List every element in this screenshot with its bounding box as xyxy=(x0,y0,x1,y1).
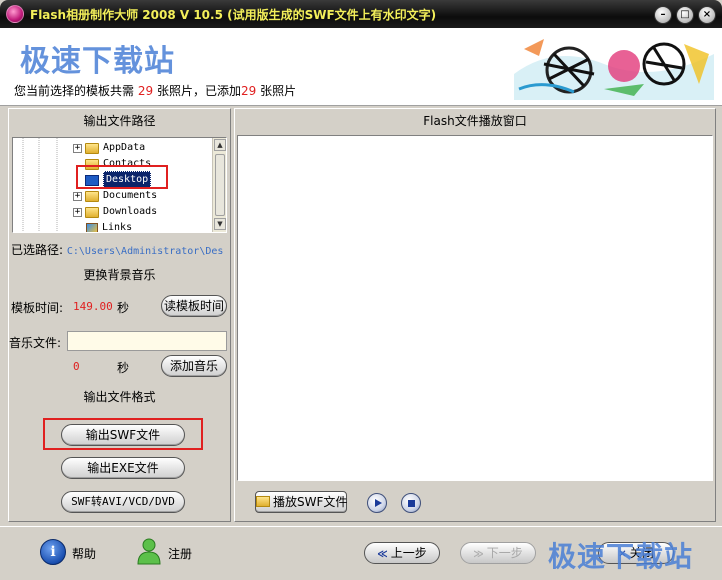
info-prefix: 您当前选择的模板共需 xyxy=(14,84,135,98)
help-label[interactable]: 帮助 xyxy=(72,545,96,562)
play-icon xyxy=(375,499,382,507)
minimize-button[interactable]: – xyxy=(654,6,672,24)
selected-path-value: C:\Users\Administrator\Des xyxy=(66,246,224,257)
open-folder-icon xyxy=(256,496,270,507)
added-count: 29 xyxy=(240,84,257,98)
player-heading: Flash文件播放窗口 xyxy=(423,114,527,128)
info-suffix: 张照片 xyxy=(260,84,297,98)
scroll-up-icon[interactable]: ▲ xyxy=(214,139,226,151)
tree-guide-lines xyxy=(22,138,58,232)
add-music-button[interactable]: 添加音乐 xyxy=(161,355,227,377)
play-swf-button[interactable]: 播放SWF文件 xyxy=(255,491,347,513)
info-mid: 张照片，已添加 xyxy=(156,84,241,98)
watermark-text: 极速下载站 xyxy=(20,44,175,79)
expand-icon[interactable]: + xyxy=(73,191,82,201)
header-banner: 极速下载站 您当前选择的模板共需 29 张照片，已添加29 张照片 xyxy=(0,28,722,106)
flash-player-area[interactable] xyxy=(237,135,713,481)
tree-item-label: Links xyxy=(102,222,133,233)
title-bar[interactable]: Flash相册制作大师 2008 V 10.5 (试用版生成的SWF文件上有水印… xyxy=(0,0,722,28)
help-icon[interactable]: i xyxy=(40,539,66,565)
stop-button[interactable] xyxy=(401,493,421,513)
play-swf-label: 播放SWF文件 xyxy=(273,495,348,509)
music-file-label: 音乐文件: xyxy=(9,336,62,350)
window-title: Flash相册制作大师 2008 V 10.5 (试用版生成的SWF文件上有水印… xyxy=(30,8,437,22)
selected-path-label: 已选路径: xyxy=(11,243,64,257)
tree-item-appdata[interactable]: + AppData xyxy=(73,140,146,156)
template-time-label: 模板时间: xyxy=(11,301,64,315)
output-path-heading: 输出文件路径 xyxy=(83,114,156,128)
double-right-icon: ≫ xyxy=(473,549,484,560)
template-time-value: 149.00 xyxy=(73,300,113,313)
highlight-box-export-swf xyxy=(43,418,203,450)
selected-path-row: 已选路径: C:\Users\Administrator\Des xyxy=(11,241,223,258)
highlight-box-desktop xyxy=(76,165,168,189)
swf-convert-button[interactable]: SWF转AVI/VCD/DVD xyxy=(61,491,185,513)
tree-item-label: Downloads xyxy=(103,206,158,217)
play-button[interactable] xyxy=(367,493,387,513)
folder-icon xyxy=(85,190,99,202)
scroll-down-icon[interactable]: ▼ xyxy=(214,218,226,230)
template-time-unit: 秒 xyxy=(117,301,130,315)
maximize-button[interactable]: □ xyxy=(676,6,694,24)
app-logo-icon xyxy=(6,5,24,23)
close-window-button[interactable]: × xyxy=(698,6,716,24)
tree-item-downloads[interactable]: + Downloads xyxy=(73,204,158,220)
double-left-icon: ≪ xyxy=(377,549,388,560)
music-seconds-value: 0 xyxy=(73,360,80,373)
tree-item-label: AppData xyxy=(103,142,146,153)
links-icon xyxy=(86,222,98,232)
register-label[interactable]: 注册 xyxy=(168,545,192,562)
output-format-heading: 输出文件格式 xyxy=(83,390,156,404)
export-exe-button[interactable]: 输出EXE文件 xyxy=(61,457,185,479)
user-icon[interactable] xyxy=(136,537,162,565)
bottom-bar: i 帮助 注册 ≪ 上一步 ≫ 下一步 ✕ 关闭 极速下载站 xyxy=(0,526,722,580)
required-count: 29 xyxy=(137,84,154,98)
watermark-text: 极速下载站 xyxy=(548,540,694,573)
folder-icon xyxy=(85,206,99,218)
prev-step-button[interactable]: ≪ 上一步 xyxy=(364,542,440,564)
prev-step-label: 上一步 xyxy=(390,546,427,560)
app-window: Flash相册制作大师 2008 V 10.5 (试用版生成的SWF文件上有水印… xyxy=(0,0,722,580)
decorative-banner-image xyxy=(514,34,714,100)
scroll-thumb[interactable] xyxy=(215,154,225,216)
tree-item-documents[interactable]: + Documents xyxy=(73,188,158,204)
tree-item-label: Documents xyxy=(103,190,158,201)
music-file-field[interactable] xyxy=(67,331,227,351)
music-seconds-unit: 秒 xyxy=(117,361,130,375)
stop-icon xyxy=(408,500,415,507)
next-step-label: 下一步 xyxy=(486,546,523,560)
tree-item-links[interactable]: Links xyxy=(77,220,133,233)
read-template-time-button[interactable]: 读模板时间 xyxy=(161,295,227,317)
expand-icon[interactable]: + xyxy=(73,207,82,217)
next-step-button[interactable]: ≫ 下一步 xyxy=(460,542,536,564)
tree-scrollbar[interactable]: ▲ ▼ xyxy=(212,138,226,232)
music-heading: 更换背景音乐 xyxy=(83,268,156,282)
right-panel: Flash文件播放窗口 播放SWF文件 xyxy=(234,108,716,522)
photo-count-info: 您当前选择的模板共需 29 张照片，已添加29 张照片 xyxy=(14,82,296,99)
expand-icon[interactable]: + xyxy=(73,143,82,153)
folder-icon xyxy=(85,142,99,154)
